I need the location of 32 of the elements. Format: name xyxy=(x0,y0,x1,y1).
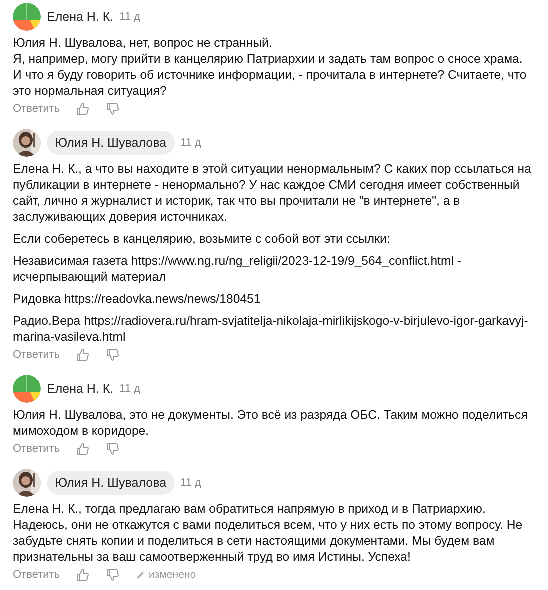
thumbs-up-icon[interactable] xyxy=(76,442,90,456)
thumbs-down-icon[interactable] xyxy=(106,102,120,116)
timestamp: 11 д xyxy=(120,383,141,395)
comment-text: Елена Н. К., тогда предлагаю вам обратиться напрямую в приход и в Патриархию. Надеюсь, они не откажутся с вами поделиться всем, что у них есть по этому вопросу. Не забудьте снять копии и поделиться в сети настоящими документами. Мы будем вам признательны за ваш самоотверженный труд во имя Истины. Успеха! xyxy=(13,501,524,565)
thumbs-up-icon[interactable] xyxy=(76,102,90,116)
comment-text: Если соберетесь в канцелярию, возьмите с собой вот эти ссылки: xyxy=(13,231,392,247)
reply-link[interactable]: Ответить xyxy=(13,103,60,115)
thumbs-down-icon[interactable] xyxy=(106,442,120,456)
author-badge[interactable]: Юлия Н. Шувалова xyxy=(47,131,175,155)
reply-link[interactable]: Ответить xyxy=(13,569,60,581)
timestamp: 11 д xyxy=(120,11,141,23)
edited-label: изменено xyxy=(149,569,196,581)
avatar-icon xyxy=(13,3,41,31)
comment-text: Радио.Вера https://radiovera.ru/hram-svjatitelja-nikolaja-mirlikijskogo-v-birjulevo-igor-garkavyj-marina-vasileva.html xyxy=(13,313,530,345)
reply-link[interactable]: Ответить xyxy=(13,443,60,455)
timestamp: 11 д xyxy=(180,137,202,149)
thumbs-down-icon[interactable] xyxy=(106,568,120,582)
thumbs-up-icon[interactable] xyxy=(76,348,90,362)
comment-text: Елена Н. К., а что вы находите в этой ситуации ненормальным? С каких пор ссылаться на публикации в интернете - ненормально? У нас каждое СМИ сегодня имеет собственный сайт, лично я журналист и историк, так что вы прочитали не "в интернете", а в заслуживающих доверия источниках. xyxy=(13,161,532,225)
thumbs-down-icon[interactable] xyxy=(106,348,120,362)
thumbs-up-icon[interactable] xyxy=(76,568,90,582)
author-name[interactable]: Елена Н. К. xyxy=(47,382,114,396)
author-name[interactable]: Елена Н. К. xyxy=(47,10,114,24)
reply-link[interactable]: Ответить xyxy=(13,349,60,361)
comment-text: Ридовка https://readovka.news/news/180451 xyxy=(13,291,262,307)
pencil-icon xyxy=(136,570,146,580)
avatar-icon xyxy=(13,375,41,403)
author-badge[interactable]: Юлия Н. Шувалова xyxy=(47,471,175,495)
timestamp: 11 д xyxy=(180,477,202,489)
comment-text: Юлия Н. Шувалова, нет, вопрос не странный. Я, например, могу прийти в канцелярию Патриархии и задать там вопрос о сносе храма. И что я буду говорить об источнике информации, - прочитала в интернете? Считаете, что это нормальная ситуация? xyxy=(13,35,528,99)
comment-text: Юлия Н. Шувалова, это не документы. Это всё из разряда ОБС. Таким можно поделиться мимоходом в коридоре. xyxy=(13,407,529,439)
comment-text: Независимая газета https://www.ng.ru/ng_religii/2023-12-19/9_564_conflict.html - исчерпывающий материал xyxy=(13,253,462,285)
